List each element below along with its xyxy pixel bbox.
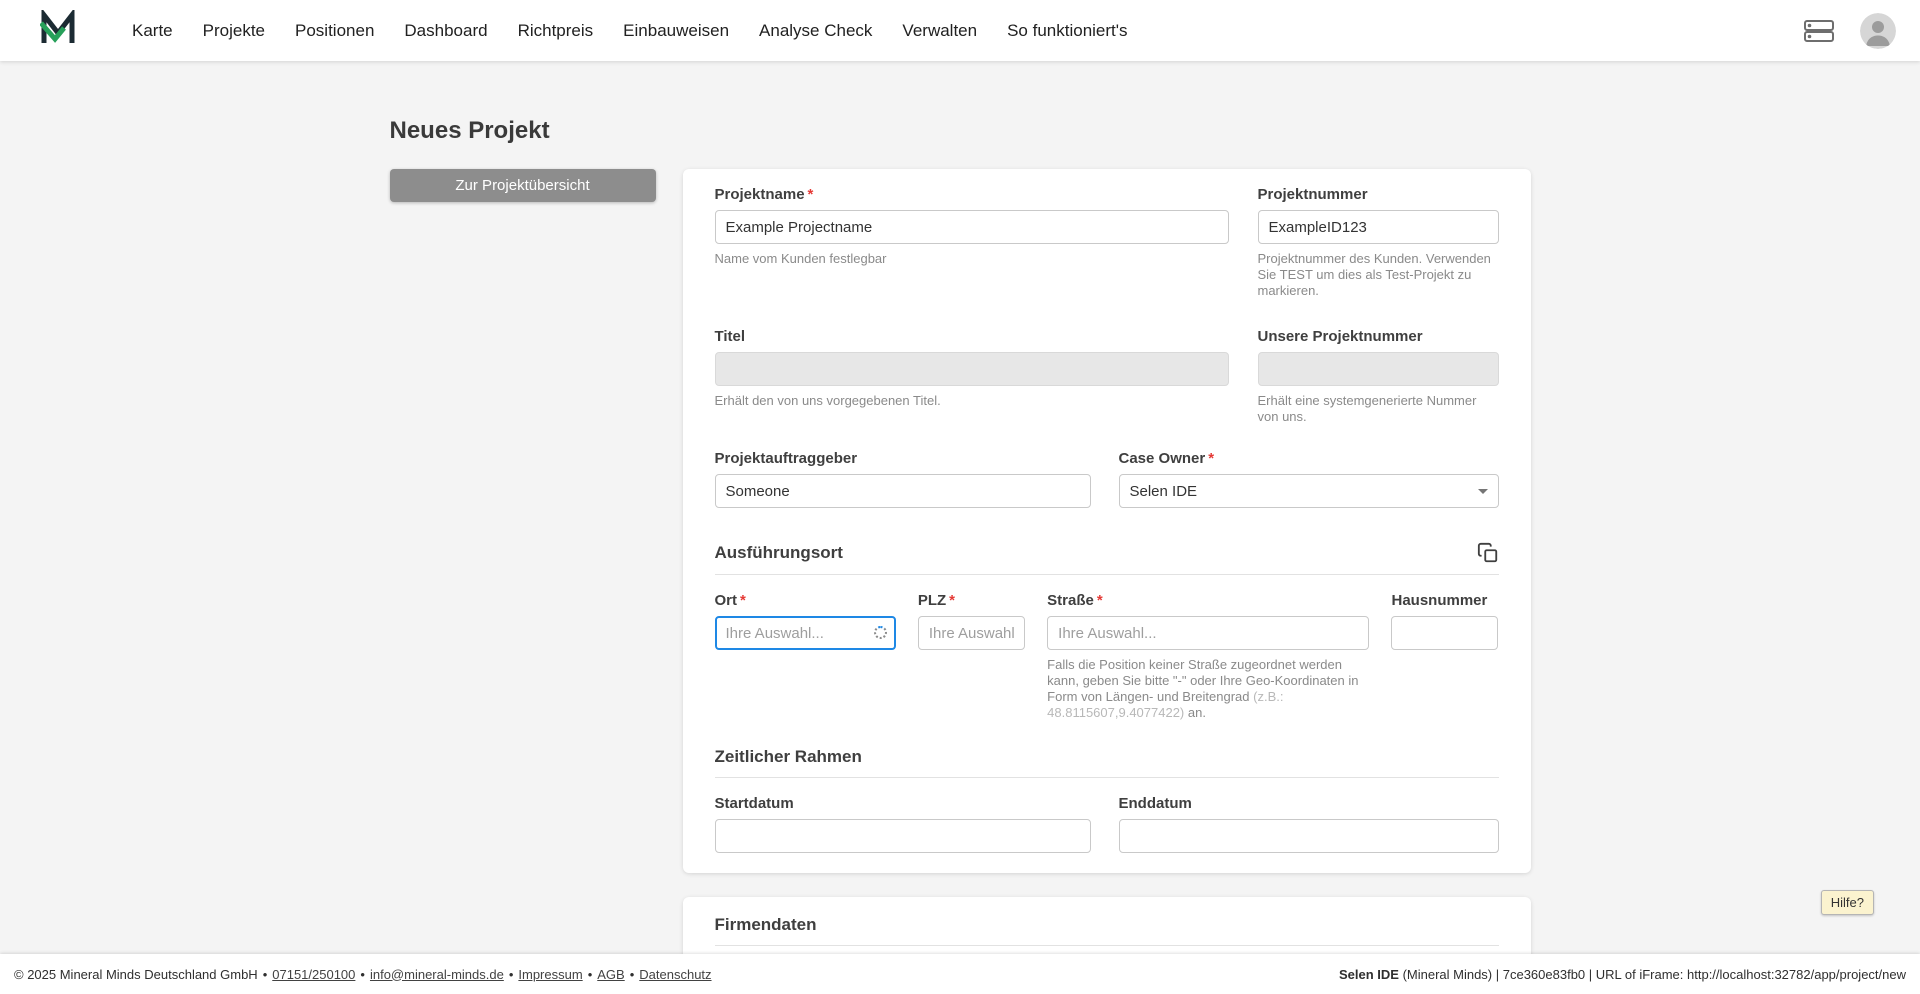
unsere-projektnummer-helper: Erhält eine systemgenerierte Nummer von … — [1257, 393, 1477, 424]
nav-item-karte[interactable]: Karte — [132, 21, 173, 41]
case-owner-select[interactable]: Selen IDE — [1118, 474, 1499, 508]
projektauftraggeber-input[interactable] — [714, 474, 1091, 508]
nav-item-verwalten[interactable]: Verwalten — [902, 21, 977, 41]
case-owner-value: Selen IDE — [1129, 482, 1198, 500]
firmendaten-heading: Firmendaten — [714, 915, 817, 934]
main-content: Neues Projekt Zur Projektübersicht Proje… — [0, 61, 1920, 954]
help-button[interactable]: Hilfe? — [1820, 890, 1874, 915]
hausnummer-label: Hausnummer — [1391, 592, 1488, 609]
section-divider — [714, 574, 1499, 575]
required-asterisk: * — [1096, 592, 1103, 609]
nav-item-projekte[interactable]: Projekte — [203, 21, 265, 41]
nav-item-dashboard[interactable]: Dashboard — [404, 21, 487, 41]
startdatum-input[interactable] — [714, 819, 1091, 853]
required-asterisk: * — [807, 186, 814, 203]
page-title: Neues Projekt — [389, 117, 550, 144]
titel-label: Titel — [714, 328, 746, 345]
unsere-projektnummer-label: Unsere Projektnummer — [1257, 328, 1423, 345]
case-owner-label: Case Owner * — [1118, 450, 1215, 467]
brand-logo[interactable] — [39, 7, 80, 51]
copy-icon[interactable] — [1477, 542, 1499, 564]
projektnummer-input[interactable] — [1257, 210, 1499, 244]
nav-item-so-funktionierts[interactable]: So funktioniert's — [1007, 21, 1127, 41]
firmendaten-card: Firmendaten — [682, 897, 1531, 954]
required-asterisk: * — [1208, 450, 1215, 467]
projektauftraggeber-label: Projektauftraggeber — [714, 450, 858, 467]
strasse-label: Straße * — [1047, 592, 1103, 609]
footer-agb-link[interactable]: AGB — [597, 967, 624, 982]
projektname-input[interactable] — [714, 210, 1229, 244]
titel-input — [714, 352, 1229, 386]
mineral-minds-logo-icon — [39, 7, 80, 51]
left-column: Zur Projektübersicht — [389, 169, 656, 202]
nav-item-einbauweisen[interactable]: Einbauweisen — [623, 21, 729, 41]
projektnummer-label: Projektnummer — [1257, 186, 1368, 203]
ort-label: Ort * — [714, 592, 746, 609]
footer-left: © 2025 Mineral Minds Deutschland GmbH • … — [14, 966, 712, 982]
strasse-helper: Falls die Position keiner Straße zugeord… — [1047, 657, 1359, 720]
footer-datenschutz-link[interactable]: Datenschutz — [639, 967, 711, 982]
loading-spinner-icon — [873, 626, 887, 639]
unsere-projektnummer-input — [1257, 352, 1499, 386]
footer-session-info: Selen IDE (Mineral Minds) | 7ce360e83fb0… — [1338, 966, 1906, 982]
required-asterisk: * — [949, 592, 956, 609]
nav-item-positionen[interactable]: Positionen — [295, 21, 374, 41]
hausnummer-input[interactable] — [1391, 616, 1499, 650]
plz-input[interactable] — [917, 616, 1025, 650]
section-divider — [714, 777, 1499, 778]
section-divider — [714, 945, 1499, 946]
footer-copyright: © 2025 Mineral Minds Deutschland GmbH — [14, 966, 258, 982]
zeitlicher-rahmen-heading: Zeitlicher Rahmen — [714, 747, 862, 766]
back-to-project-overview-button[interactable]: Zur Projektübersicht — [389, 169, 656, 202]
enddatum-input[interactable] — [1118, 819, 1499, 853]
projektnummer-helper: Projektnummer des Kunden. Verwenden Sie … — [1257, 251, 1491, 298]
ausfuehrungsort-heading: Ausführungsort — [714, 543, 843, 562]
server-icon[interactable] — [1804, 19, 1834, 42]
strasse-input[interactable] — [1047, 616, 1370, 650]
plz-label: PLZ * — [917, 592, 956, 609]
titel-helper: Erhält den von uns vorgegebenen Titel. — [714, 393, 941, 408]
ort-input[interactable] — [714, 616, 896, 650]
nav-links: Karte Projekte Positionen Dashboard Rich… — [132, 21, 1128, 41]
navbar-right — [1804, 12, 1896, 49]
projektname-helper: Name vom Kunden festlegbar — [714, 251, 887, 266]
top-navbar: Karte Projekte Positionen Dashboard Rich… — [0, 0, 1920, 61]
footer-phone-link[interactable]: 07151/250100 — [272, 967, 355, 982]
nav-item-analyse-check[interactable]: Analyse Check — [759, 21, 872, 41]
chevron-down-icon — [1477, 488, 1488, 494]
footer-impressum-link[interactable]: Impressum — [518, 967, 582, 982]
startdatum-label: Startdatum — [714, 795, 794, 812]
nav-item-richtpreis[interactable]: Richtpreis — [518, 21, 594, 41]
projektname-label: Projektname * — [714, 186, 814, 203]
project-form-card: Projektname* Name vom Kunden festlegbar … — [682, 169, 1531, 873]
user-avatar-icon[interactable] — [1860, 12, 1896, 49]
required-asterisk: * — [740, 592, 746, 609]
footer: © 2025 Mineral Minds Deutschland GmbH • … — [0, 954, 1920, 994]
enddatum-label: Enddatum — [1118, 795, 1192, 812]
footer-email-link[interactable]: info@mineral-minds.de — [370, 967, 504, 982]
